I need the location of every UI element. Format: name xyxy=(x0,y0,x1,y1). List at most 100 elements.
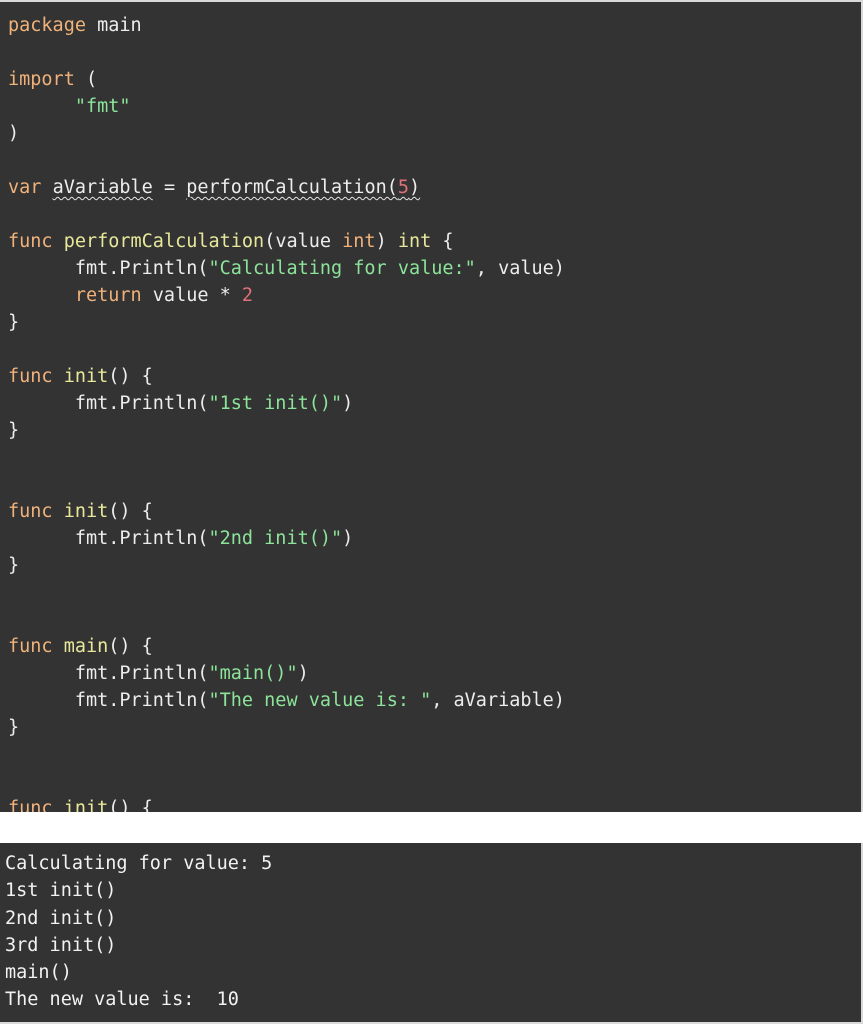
code-token: value * xyxy=(141,285,242,306)
code-token: ) xyxy=(8,123,20,144)
code-token: var xyxy=(8,177,42,198)
code-line[interactable]: package main xyxy=(8,12,861,39)
code-token: return xyxy=(74,285,142,306)
code-token: func xyxy=(8,501,53,522)
code-token: fmt.Println( xyxy=(8,663,209,684)
code-line[interactable]: fmt.Println("1st init()") xyxy=(8,390,861,417)
code-token: int xyxy=(397,231,432,252)
code-line[interactable] xyxy=(8,39,861,66)
code-token: init xyxy=(63,798,109,812)
code-token: 5 xyxy=(397,177,409,198)
code-line[interactable]: ) xyxy=(8,120,861,147)
code-token: "2nd init()" xyxy=(208,528,343,549)
code-line[interactable]: fmt.Println("2nd init()") xyxy=(8,525,861,552)
code-line[interactable] xyxy=(8,336,861,363)
output-line: main() xyxy=(5,962,72,984)
code-token: ( xyxy=(74,69,98,90)
output-line: 1st init() xyxy=(5,880,117,902)
code-token: func xyxy=(8,636,53,657)
code-token: aVariable xyxy=(52,177,153,198)
code-line[interactable]: } xyxy=(8,714,861,741)
code-token: import xyxy=(8,69,75,90)
code-token: fmt.Println( xyxy=(8,258,209,279)
code-token: int xyxy=(342,231,376,252)
code-line[interactable]: var aVariable = performCalculation(5) xyxy=(8,174,861,201)
code-token: { xyxy=(431,231,454,252)
code-line[interactable] xyxy=(8,741,861,768)
code-editor-panel[interactable]: package main import ( "fmt") var aVariab… xyxy=(0,0,863,812)
code-token: "fmt" xyxy=(74,96,131,117)
output-line: Calculating for value: 5 xyxy=(5,853,273,874)
code-token: () { xyxy=(108,501,153,522)
code-line[interactable]: func performCalculation(value int) int { xyxy=(8,228,861,255)
code-token: ) xyxy=(409,177,421,198)
code-line[interactable]: import ( xyxy=(8,66,861,93)
screenshot-root: package main import ( "fmt") var aVariab… xyxy=(0,0,863,1024)
code-line[interactable]: func init() { xyxy=(8,363,861,390)
code-line[interactable] xyxy=(8,471,861,498)
code-line[interactable] xyxy=(8,768,861,795)
code-line[interactable]: func init() { xyxy=(8,498,861,525)
code-token: , aVariable) xyxy=(431,690,565,711)
code-line[interactable]: } xyxy=(8,552,861,579)
code-editor-lines[interactable]: package main import ( "fmt") var aVariab… xyxy=(0,2,861,812)
code-line[interactable]: fmt.Println("The new value is: ", aVaria… xyxy=(8,687,861,714)
code-token: (value xyxy=(264,231,343,252)
code-token: } xyxy=(8,420,20,441)
panel-divider xyxy=(0,812,863,843)
output-line: 2nd init() xyxy=(5,907,117,929)
code-line[interactable] xyxy=(8,147,861,174)
code-line[interactable]: func main() { xyxy=(8,633,861,660)
code-token: fmt.Println( xyxy=(8,393,209,414)
code-line[interactable] xyxy=(8,606,861,633)
program-output-panel[interactable]: Calculating for value: 5 1st init() 2nd in… xyxy=(0,843,863,1024)
code-token: ) xyxy=(342,393,354,414)
code-token: init xyxy=(63,501,109,522)
code-line[interactable]: } xyxy=(8,309,861,336)
code-token: "1st init()" xyxy=(208,393,343,414)
code-token: "main()" xyxy=(208,663,298,684)
code-token: func xyxy=(8,231,53,252)
code-token: () { xyxy=(108,636,153,657)
code-token: ) xyxy=(297,663,309,684)
code-token: performCalculation( xyxy=(186,177,398,198)
code-token: ) xyxy=(342,528,354,549)
code-token: } xyxy=(8,312,20,333)
code-token: func xyxy=(8,798,53,812)
code-token: package xyxy=(8,15,86,36)
code-token: } xyxy=(8,717,20,738)
code-token: () { xyxy=(108,366,153,387)
output-line: 3rd init() xyxy=(5,934,117,956)
code-token: fmt.Println( xyxy=(8,690,209,711)
code-line[interactable]: } xyxy=(8,417,861,444)
code-token: "The new value is: " xyxy=(208,690,432,711)
code-token: performCalculation xyxy=(63,231,265,252)
code-token: main xyxy=(63,636,109,657)
code-line[interactable]: return value * 2 xyxy=(8,282,861,309)
code-token: fmt.Println( xyxy=(8,528,209,549)
code-token: ) xyxy=(375,231,398,252)
code-token: () { xyxy=(108,798,153,812)
code-token: , value) xyxy=(475,258,565,279)
code-token: 2 xyxy=(241,285,254,306)
code-line[interactable] xyxy=(8,201,861,228)
code-line[interactable]: "fmt" xyxy=(8,93,861,120)
code-token: func xyxy=(8,366,53,387)
code-line[interactable]: func init() { xyxy=(8,795,861,812)
code-line[interactable]: fmt.Println("Calculating for value:", va… xyxy=(8,255,861,282)
code-line[interactable] xyxy=(8,579,861,606)
code-token: = xyxy=(152,177,187,198)
code-line[interactable] xyxy=(8,444,861,471)
code-line[interactable]: fmt.Println("main()") xyxy=(8,660,861,687)
code-token: main xyxy=(97,15,142,36)
code-token: } xyxy=(8,555,20,576)
code-token: "Calculating for value:" xyxy=(208,258,476,279)
